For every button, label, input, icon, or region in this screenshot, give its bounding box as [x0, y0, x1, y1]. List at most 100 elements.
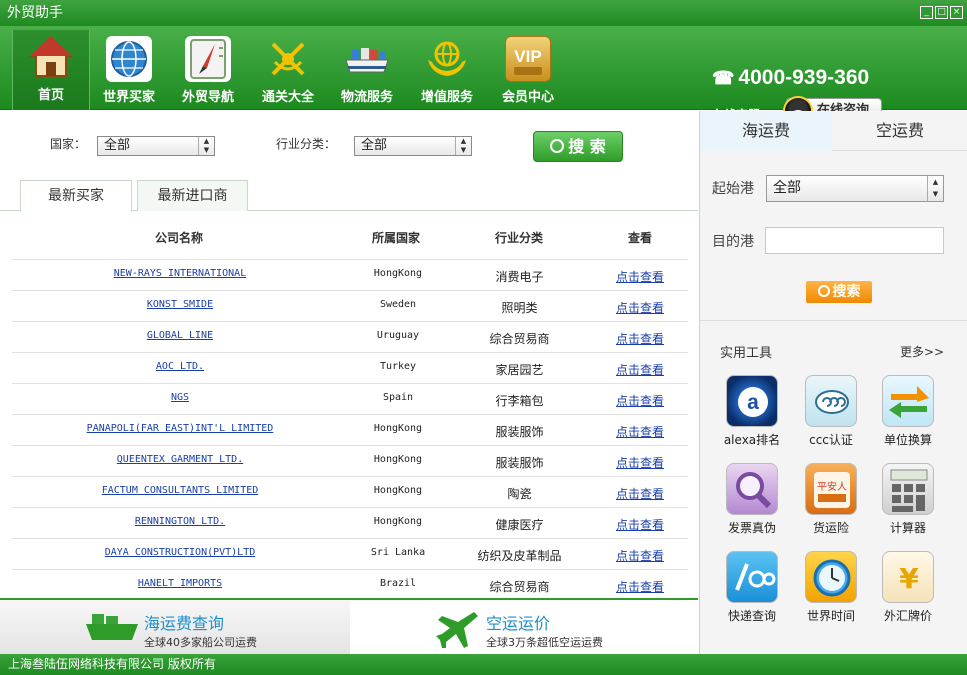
tool-express-track[interactable]: 快递查询	[717, 551, 787, 624]
industry-cell: 纺织及皮革制品	[477, 549, 562, 563]
tab-sea-freight[interactable]: 海运费	[700, 111, 832, 151]
company-link[interactable]: GLOBAL LINE	[12, 330, 348, 341]
destination-port-input[interactable]	[765, 227, 944, 254]
nav-value-added[interactable]: 增值服务	[408, 32, 486, 106]
tool-invoice-check-label: 发票真伪	[727, 521, 776, 535]
tool-world-time[interactable]: 世界时间	[796, 551, 866, 624]
tools-title: 实用工具	[720, 346, 773, 361]
view-link[interactable]: 点击查看	[592, 454, 688, 471]
tab-latest-buyers[interactable]: 最新买家	[20, 180, 132, 212]
company-link[interactable]: KONST SMIDE	[12, 299, 348, 310]
nav-customs[interactable]: 通关大全	[249, 32, 327, 106]
tool-ccc[interactable]: ccc认证	[796, 375, 866, 448]
company-link[interactable]: NGS	[12, 392, 348, 403]
view-link[interactable]: 点击查看	[592, 268, 688, 285]
magnifier-icon	[726, 463, 778, 515]
svg-text:a: a	[747, 391, 759, 414]
country-cell: Sweden	[379, 299, 417, 310]
tool-exchange-rate-label: 外汇牌价	[883, 609, 932, 623]
view-link[interactable]: 点击查看	[592, 578, 688, 595]
industry-select-value: 全部	[361, 138, 388, 153]
tools-more-link[interactable]: 更多>>	[900, 343, 944, 360]
panel-divider	[700, 320, 967, 321]
table-row: NEW-RAYS INTERNATIONAL HongKong 消费电子 点击查看	[12, 259, 688, 290]
ship-icon	[344, 36, 390, 82]
insurance-badge-text: 平安人	[817, 480, 847, 493]
table-row: RENNINGTON LTD. HongKong 健康医疗 点击查看	[12, 507, 688, 538]
tool-unit-convert[interactable]: 单位换算	[873, 375, 943, 448]
window-title: 外贸助手	[7, 5, 63, 21]
view-link[interactable]: 点击查看	[592, 485, 688, 502]
company-link[interactable]: NEW-RAYS INTERNATIONAL	[12, 268, 348, 279]
industry-select[interactable]: 全部 ▲ ▼	[354, 136, 472, 156]
vip-icon: VIP	[505, 36, 551, 82]
minimize-button[interactable]: _	[920, 6, 933, 19]
nav-home[interactable]: 首页	[12, 30, 90, 110]
view-link[interactable]: 点击查看	[592, 330, 688, 347]
company-link[interactable]: HANELT IMPORTS	[12, 578, 348, 589]
table-row: NGS Spain 行李箱包 点击查看	[12, 383, 688, 414]
compass-icon	[185, 36, 231, 82]
table-row: DAYA CONSTRUCTION(PVT)LTD Sri Lanka 纺织及皮革制…	[12, 538, 688, 569]
air-freight-subtitle: 全球3万条超低空运运费	[486, 636, 603, 649]
tool-calculator[interactable]: 计算器	[873, 463, 943, 536]
country-cell: HongKong	[373, 516, 423, 527]
maximize-button[interactable]: □	[935, 6, 948, 19]
tool-cargo-insurance[interactable]: 平安人 货运险	[796, 463, 866, 536]
tool-express-track-label: 快递查询	[727, 609, 776, 623]
nav-member-center[interactable]: VIP 会员中心	[489, 32, 567, 106]
tab-latest-importers[interactable]: 最新进口商	[137, 180, 248, 211]
country-select[interactable]: 全部 ▲ ▼	[97, 136, 215, 156]
freight-panel: 海运费 空运费 起始港 全部 ▲ ▼ 目的港 搜索 实用工具 更多>> a ale…	[699, 111, 967, 654]
footer-copyright: 上海叁陆伍网络科技有限公司 版权所有	[0, 654, 967, 675]
col-header-country: 所属国家	[372, 231, 421, 245]
view-link[interactable]: 点击查看	[592, 547, 688, 564]
country-cell: Turkey	[379, 361, 417, 372]
freight-search-label: 搜索	[832, 284, 861, 300]
country-select-value: 全部	[104, 138, 131, 153]
company-link[interactable]: QUEENTEX GARMENT LTD.	[12, 454, 348, 465]
country-cell: Uruguay	[376, 330, 420, 341]
express-icon	[726, 551, 778, 603]
country-cell: HongKong	[373, 268, 423, 279]
nav-trade-navigation[interactable]: 外贸导航	[169, 32, 247, 106]
view-link[interactable]: 点击查看	[592, 423, 688, 440]
view-link[interactable]: 点击查看	[592, 392, 688, 409]
air-freight-title: 空运运价	[486, 614, 551, 633]
industry-cell: 家居园艺	[495, 363, 544, 377]
company-link[interactable]: AOC LTD.	[12, 361, 348, 372]
window-controls: _ □ ×	[920, 6, 963, 19]
destination-port-label: 目的港	[712, 234, 754, 250]
buyers-search-button[interactable]: 搜 索	[533, 131, 623, 162]
nav-logistics[interactable]: 物流服务	[328, 32, 406, 106]
company-link[interactable]: RENNINGTON LTD.	[12, 516, 348, 527]
close-button[interactable]: ×	[950, 6, 963, 19]
hands-globe-icon	[424, 36, 470, 82]
tool-invoice-check[interactable]: 发票真伪	[717, 463, 787, 536]
nav-trade-navigation-label: 外贸导航	[181, 90, 234, 105]
nav-member-center-label: 会员中心	[501, 90, 554, 105]
tab-air-freight[interactable]: 空运费	[832, 111, 967, 151]
tool-exchange-rate[interactable]: ¥ 外汇牌价	[873, 551, 943, 624]
customs-icon	[265, 36, 311, 82]
freight-search-button[interactable]: 搜索	[806, 281, 872, 303]
spinner-arrows-icon: ▲ ▼	[455, 137, 471, 155]
main-nav: 首页 世界买家 外贸导航 通关大全 物流服务 增值服务 VIP 会员中心 ☎ 4…	[0, 26, 967, 126]
sea-freight-banner[interactable]: 海运费查询 全球40多家船公司运费	[0, 600, 350, 654]
company-link[interactable]: PANAPOLI(FAR EAST)INT'L LIMITED	[12, 423, 348, 434]
industry-cell: 行李箱包	[495, 394, 544, 408]
view-link[interactable]: 点击查看	[592, 299, 688, 316]
col-header-industry: 行业分类	[495, 231, 544, 245]
convert-arrows-icon	[882, 375, 934, 427]
nav-world-buyers[interactable]: 世界买家	[90, 32, 168, 106]
origin-port-select[interactable]: 全部 ▲ ▼	[766, 175, 944, 202]
air-freight-banner[interactable]: 空运运价 全球3万条超低空运运费	[350, 600, 698, 654]
col-header-company: 公司名称	[155, 231, 204, 245]
company-link[interactable]: DAYA CONSTRUCTION(PVT)LTD	[12, 547, 348, 558]
ccc-icon	[805, 375, 857, 427]
view-link[interactable]: 点击查看	[592, 361, 688, 378]
country-cell: HongKong	[373, 423, 423, 434]
tool-alexa[interactable]: a alexa排名	[717, 375, 787, 448]
company-link[interactable]: FACTUM CONSULTANTS LIMITED	[12, 485, 348, 496]
view-link[interactable]: 点击查看	[592, 516, 688, 533]
